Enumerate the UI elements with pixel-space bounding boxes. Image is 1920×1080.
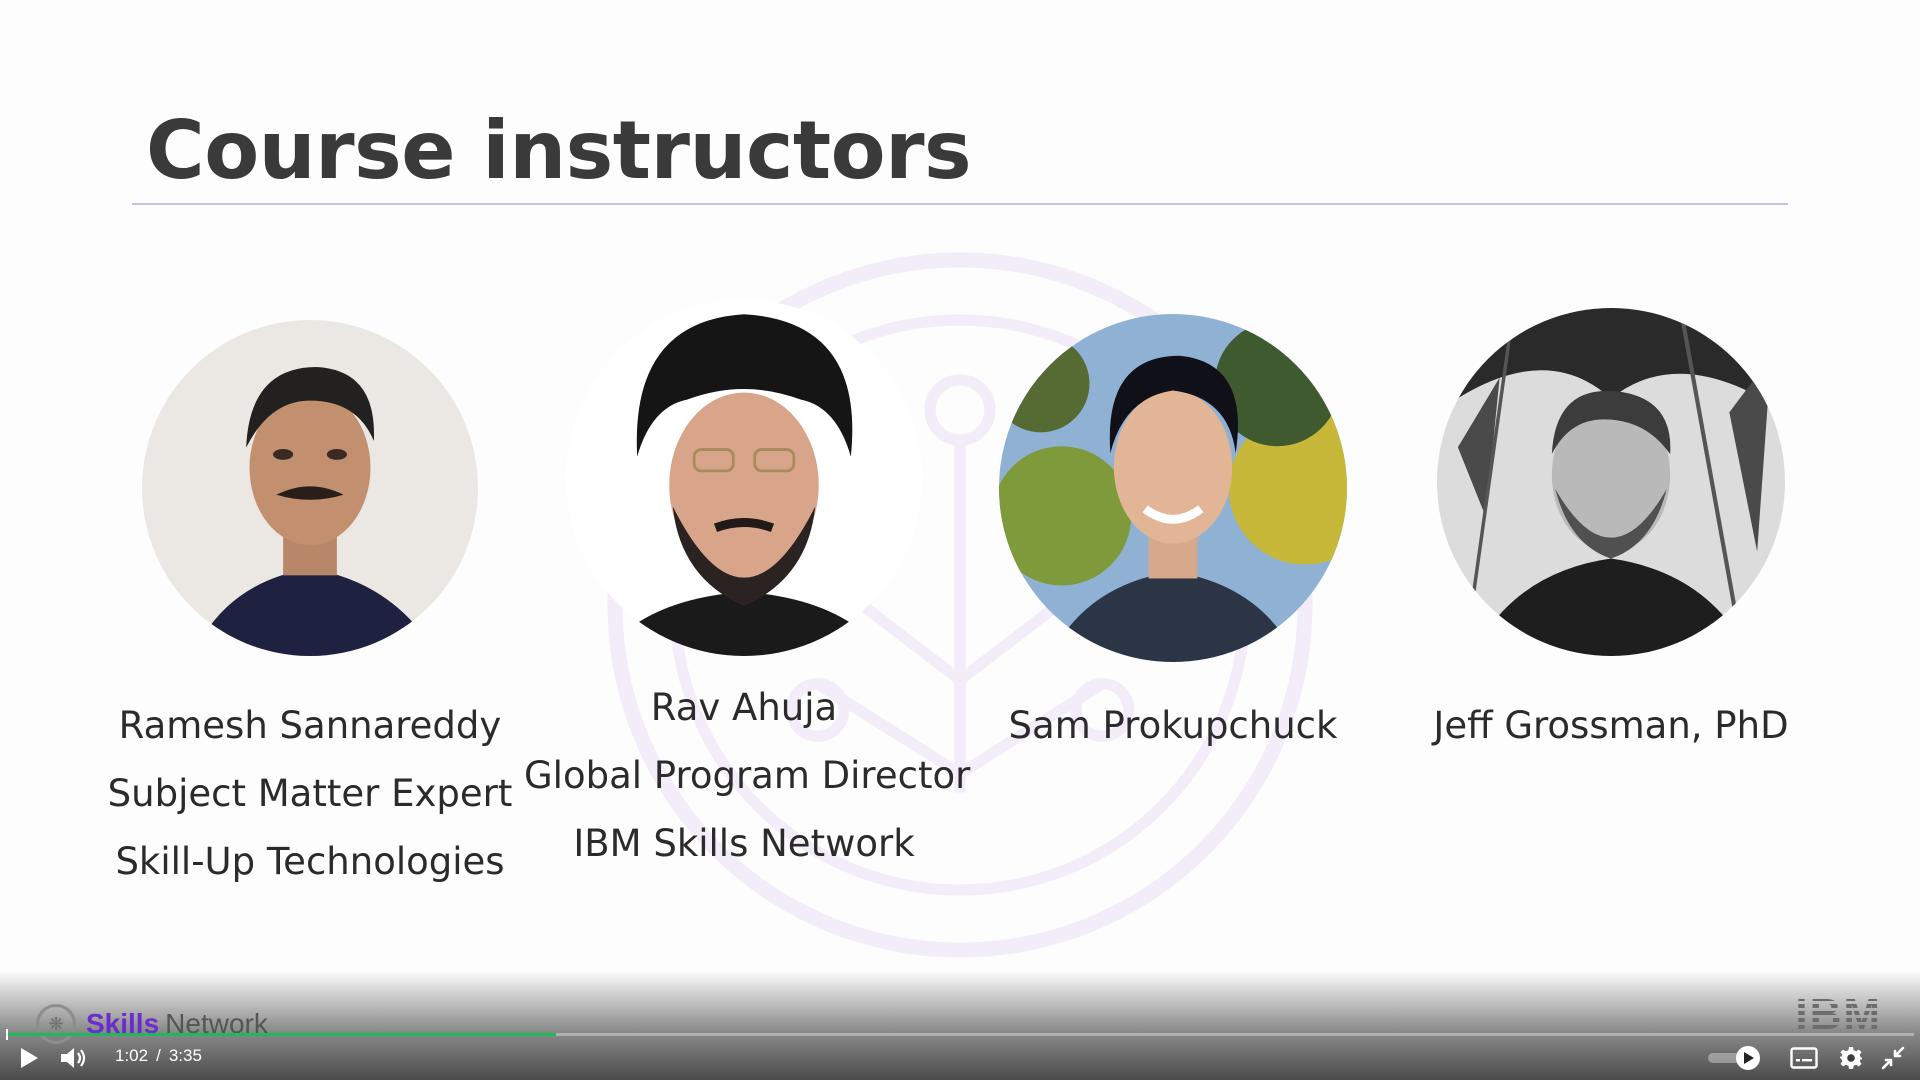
video-frame[interactable]: Course instructors Ramesh Sannareddy Sub…	[0, 0, 1920, 1080]
time-separator: /	[156, 1046, 161, 1065]
instructor-name: Sam Prokupchuck	[1008, 704, 1338, 747]
time-display: 1:02 / 3:35	[115, 1046, 202, 1066]
instructor-role: Global Program Director	[524, 754, 971, 797]
instructor-card: Sam Prokupchuck	[953, 300, 1393, 760]
closed-captions-button[interactable]	[1788, 1046, 1820, 1070]
gear-icon	[1840, 1047, 1862, 1069]
instructor-role: Subject Matter Expert	[107, 772, 513, 815]
exit-fullscreen-icon	[1881, 1046, 1905, 1070]
instructor-photo	[999, 314, 1347, 662]
player-controls: 1:02 / 3:35	[0, 1036, 1920, 1080]
current-time: 1:02	[115, 1046, 149, 1065]
volume-button[interactable]	[58, 1046, 88, 1070]
duration: 3:35	[168, 1046, 202, 1065]
instructor-name: Jeff Grossman, PhD	[1433, 704, 1789, 747]
instructor-name: Rav Ahuja	[650, 686, 838, 729]
speed-toggle-icon	[1708, 1046, 1760, 1070]
instructor-card: Jeff Grossman, PhD	[1391, 300, 1831, 760]
instructor-org: IBM Skills Network	[573, 822, 915, 865]
exit-fullscreen-button[interactable]	[1880, 1045, 1906, 1071]
closed-captions-icon	[1790, 1047, 1818, 1069]
instructor-photo	[142, 320, 478, 656]
slide-title: Course instructors	[146, 104, 972, 197]
settings-button[interactable]	[1838, 1045, 1864, 1071]
instructor-org: Skill-Up Technologies	[115, 840, 505, 883]
instructor-name: Ramesh Sannareddy	[118, 704, 502, 747]
instructor-photo	[566, 300, 922, 656]
play-button[interactable]	[16, 1046, 42, 1070]
play-icon	[21, 1048, 38, 1068]
instructor-photo	[1437, 308, 1785, 656]
volume-icon	[61, 1048, 86, 1068]
instructor-card: Ramesh Sannareddy Subject Matter Expert …	[90, 300, 530, 896]
instructor-card: Rav Ahuja Global Program Director IBM Sk…	[524, 300, 971, 878]
autoplay-toggle[interactable]	[1706, 1044, 1766, 1072]
title-divider	[132, 203, 1788, 205]
